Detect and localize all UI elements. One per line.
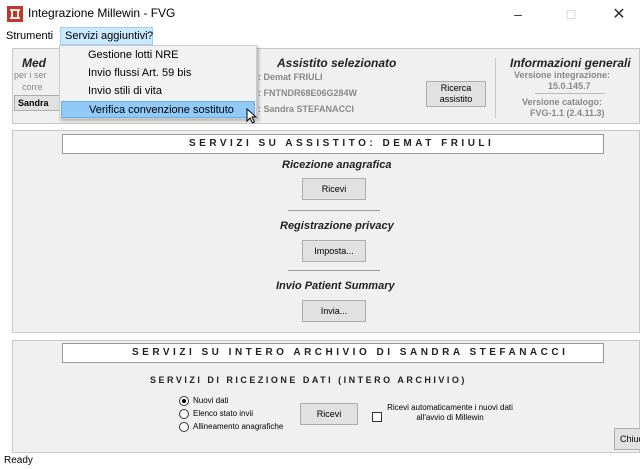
status-text: Ready bbox=[4, 455, 33, 466]
medico-line2: corre bbox=[22, 82, 43, 92]
ricezione-anagrafica-title: Ricezione anagrafica bbox=[282, 159, 392, 171]
menu-servizi-aggiuntivi[interactable]: Servizi aggiuntivi bbox=[60, 27, 153, 45]
radio-elenco-stato[interactable] bbox=[179, 409, 189, 419]
menu-item-invio-stili-vita[interactable]: Invio stili di vita bbox=[61, 83, 255, 100]
invia-summary-button[interactable]: Invia... bbox=[302, 300, 366, 322]
imposta-privacy-button[interactable]: Imposta... bbox=[302, 240, 366, 262]
divider bbox=[495, 58, 496, 118]
info-catalogo-label: Versione catalogo: bbox=[522, 97, 603, 107]
menu-help[interactable]: ? bbox=[143, 27, 157, 45]
separator bbox=[288, 210, 380, 211]
archivio-services-header: SERVIZI SU INTERO ARCHIVIO DI SANDRA STE… bbox=[132, 347, 569, 358]
ricezione-dati-subheader: SERVIZI DI RICEZIONE DATI (INTERO ARCHIV… bbox=[150, 375, 467, 385]
assistito-medico: : Sandra STEFANACCI bbox=[258, 104, 355, 114]
menu-bar: Strumenti Servizi aggiuntivi ? bbox=[0, 27, 640, 45]
info-title: Informazioni generali bbox=[510, 56, 631, 70]
auto-receive-label: Ricevi automaticamente i nuovi dati all'… bbox=[387, 403, 513, 422]
assistito-title: Assistito selezionato bbox=[277, 56, 397, 70]
auto-receive-checkbox[interactable] bbox=[372, 412, 382, 422]
patient-summary-title: Invio Patient Summary bbox=[276, 280, 395, 292]
ricerca-assistito-button[interactable]: Ricerca assistito bbox=[426, 81, 486, 107]
mouse-cursor-icon bbox=[246, 107, 258, 124]
radio-nuovi-dati-label: Nuovi dati bbox=[193, 396, 229, 405]
title-bar: Integrazione Millewin - FVG – □ ✕ bbox=[0, 0, 640, 27]
radio-nuovi-dati[interactable] bbox=[179, 396, 189, 406]
window-title: Integrazione Millewin - FVG bbox=[28, 6, 176, 20]
menu-item-gestione-lotti-nre[interactable]: Gestione lotti NRE bbox=[61, 47, 255, 64]
servizi-dropdown-menu: Gestione lotti NRE Invio flussi Art. 59 … bbox=[59, 45, 257, 119]
ricevi-archivio-button[interactable]: Ricevi bbox=[300, 403, 358, 425]
ricevi-anagrafica-button[interactable]: Ricevi bbox=[302, 178, 366, 200]
medico-title: Med bbox=[22, 56, 46, 70]
assistito-services-header: SERVIZI SU ASSISTITO: DEMAT FRIULI bbox=[189, 138, 495, 149]
separator bbox=[288, 270, 380, 271]
info-versione-label: Versione integrazione: bbox=[514, 70, 611, 80]
medico-select[interactable]: Sandra bbox=[14, 95, 62, 111]
menu-strumenti[interactable]: Strumenti bbox=[2, 27, 57, 45]
medico-line1: per i ser bbox=[14, 70, 47, 80]
maximize-button[interactable]: □ bbox=[548, 0, 594, 27]
app-icon bbox=[7, 6, 23, 22]
info-versione-value: 15.0.145.7 bbox=[548, 81, 591, 91]
status-bar: Ready bbox=[0, 455, 640, 469]
assistito-cf: : FNTNDR68E06G284W bbox=[258, 88, 358, 98]
registrazione-privacy-title: Registrazione privacy bbox=[280, 220, 394, 232]
radio-allineamento-label: Allineamento anagrafiche bbox=[193, 422, 284, 431]
close-button[interactable]: ✕ bbox=[596, 0, 640, 27]
menu-item-invio-flussi[interactable]: Invio flussi Art. 59 bis bbox=[61, 65, 255, 82]
info-separator bbox=[535, 93, 605, 94]
radio-elenco-stato-label: Elenco stato invii bbox=[193, 409, 254, 418]
radio-allineamento[interactable] bbox=[179, 422, 189, 432]
minimize-button[interactable]: – bbox=[495, 0, 541, 27]
chiudi-button[interactable]: Chiudi bbox=[614, 428, 640, 450]
menu-item-verifica-convenzione[interactable]: Verifica convenzione sostituto bbox=[61, 101, 255, 118]
assistito-name: : Demat FRIULI bbox=[258, 72, 323, 82]
info-catalogo-value: FVG-1.1 (2.4.11.3) bbox=[530, 108, 605, 118]
